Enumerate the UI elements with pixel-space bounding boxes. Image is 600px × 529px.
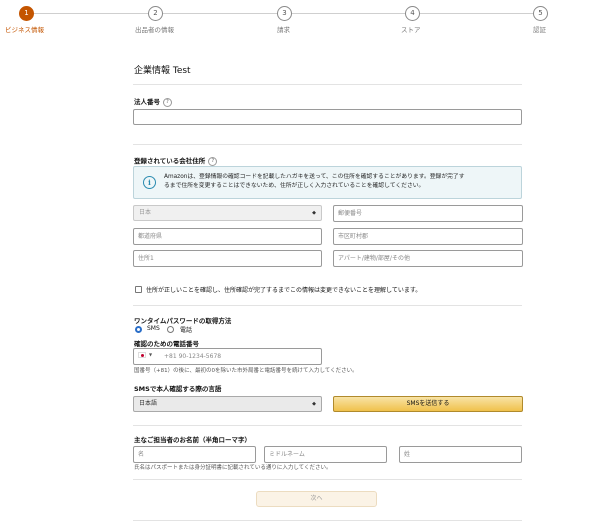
otp-sms-radio[interactable] bbox=[135, 326, 142, 333]
middle-name-field[interactable]: ミドルネーム bbox=[264, 446, 387, 463]
postal-code-field[interactable]: 郵便番号 bbox=[333, 205, 523, 222]
address-confirm-checkbox[interactable] bbox=[135, 286, 142, 293]
divider bbox=[133, 520, 522, 521]
name-note: 氏名はパスポートまたは身分証明書に記載されている通りに入力してください。 bbox=[134, 465, 332, 471]
step-2-label: 出品者の情報 bbox=[135, 26, 174, 34]
phone-field[interactable]: +81 90-1234-5678 bbox=[133, 348, 322, 365]
address-heading: 登録されている会社住所? bbox=[134, 155, 218, 166]
divider bbox=[133, 144, 522, 145]
help-icon[interactable]: ? bbox=[208, 156, 218, 166]
address-label: 登録されている会社住所 bbox=[134, 157, 206, 165]
otp-sms-label: SMS bbox=[147, 325, 160, 332]
otp-heading: ワンタイムパスワードの取得方法 bbox=[134, 317, 232, 325]
divider bbox=[133, 84, 522, 85]
step-3-label: 請求 bbox=[277, 26, 290, 34]
sms-language-select[interactable]: 日本語 ◆ bbox=[133, 396, 322, 412]
step-2-circle: 2 bbox=[148, 6, 163, 21]
sms-language-value: 日本語 bbox=[139, 400, 158, 407]
divider bbox=[133, 425, 522, 426]
name-heading: 主なご担当者のお名前（半角ローマ字） bbox=[134, 436, 251, 444]
address-info-text: Amazonは、登録情報の確認コードを記載したハガキを送って、この住所を確認する… bbox=[164, 173, 516, 191]
prefecture-field[interactable]: 都道府県 bbox=[133, 228, 322, 245]
corp-number-input[interactable] bbox=[133, 109, 522, 125]
step-5-label: 認証 bbox=[533, 26, 546, 34]
sms-language-heading: SMSで本人確認する際の言語 bbox=[134, 385, 222, 393]
japan-flag-icon[interactable] bbox=[138, 352, 146, 358]
next-button[interactable]: 次へ bbox=[256, 491, 377, 507]
otp-phone-label: 電話 bbox=[180, 327, 193, 334]
phone-heading: 確認のための電話番号 bbox=[134, 340, 199, 348]
divider bbox=[133, 479, 522, 480]
corp-number-label: 法人番号 bbox=[134, 98, 160, 106]
send-sms-button[interactable]: SMSを送信する bbox=[333, 396, 523, 412]
step-4-label: ストア bbox=[401, 26, 421, 34]
step-1-circle: 1 bbox=[19, 6, 34, 21]
address2-field[interactable]: アパート/建物/部屋/その他 bbox=[333, 250, 523, 267]
chevron-updown-icon: ◆ bbox=[312, 401, 316, 407]
step-4-circle: 4 bbox=[405, 6, 420, 21]
caret-down-icon[interactable]: ▼ bbox=[149, 352, 152, 357]
last-name-field[interactable]: 姓 bbox=[399, 446, 522, 463]
divider bbox=[133, 305, 522, 306]
address-info-line2: るまで住所を変更することはできないため、住所が正しく入力されていることを確認して… bbox=[164, 183, 425, 189]
help-icon[interactable]: ? bbox=[163, 97, 172, 107]
step-1-label: ビジネス情報 bbox=[5, 26, 44, 34]
address-info-box: i Amazonは、登録情報の確認コードを記載したハガキを送って、この住所を確認… bbox=[133, 166, 522, 199]
page-title: 企業情報 Test bbox=[134, 66, 191, 76]
city-field[interactable]: 市区町村郡 bbox=[333, 228, 523, 245]
address1-field[interactable]: 住所1 bbox=[133, 250, 322, 267]
step-3-circle: 3 bbox=[277, 6, 292, 21]
first-name-field[interactable]: 名 bbox=[133, 446, 256, 463]
address-info-line1: Amazonは、登録情報の確認コードを記載したハガキを送って、この住所を確認する… bbox=[164, 174, 465, 180]
otp-phone-radio[interactable] bbox=[167, 326, 174, 333]
address-confirm-label: 住所が正しいことを確認し、住所確認が完了するまでこの情報は変更できないことを理解… bbox=[146, 287, 422, 294]
info-icon: i bbox=[143, 176, 156, 189]
phone-note: 国番号（+81）の後に、最初の0を除いた市外局番と電話番号を続けて入力してくださ… bbox=[134, 368, 358, 374]
country-select[interactable]: 日本 ◆ bbox=[133, 205, 322, 221]
step-5-circle: 5 bbox=[533, 6, 548, 21]
corp-number-heading: 法人番号? bbox=[134, 96, 172, 107]
country-value: 日本 bbox=[139, 209, 152, 216]
chevron-updown-icon: ◆ bbox=[312, 210, 316, 216]
